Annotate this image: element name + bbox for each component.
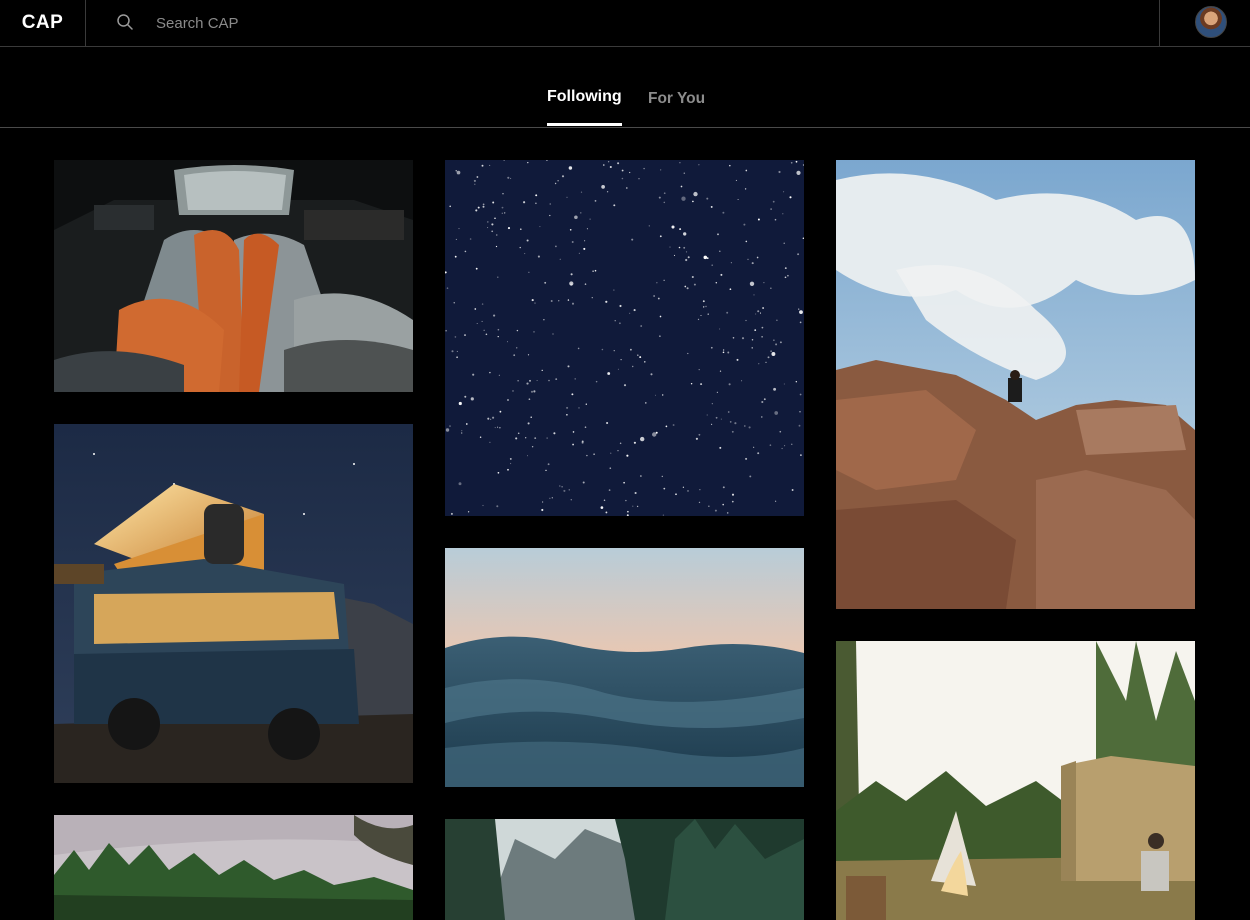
photo-pine-forest-cloudy[interactable] [54, 815, 413, 920]
top-bar: CAP [0, 0, 1250, 47]
tab-following[interactable]: Following [547, 88, 622, 127]
tab-for-you[interactable]: For You [648, 90, 705, 129]
search-bar [86, 0, 1159, 46]
photo-sleeping-bags-in-car[interactable] [54, 160, 413, 392]
photo-canyon-with-trees[interactable] [445, 819, 804, 920]
photo-starry-night-sky[interactable] [445, 160, 804, 516]
search-icon[interactable] [116, 13, 134, 31]
photo-ocean-waves-at-dusk[interactable] [445, 548, 804, 787]
account-area [1159, 0, 1250, 46]
photo-campfire-and-tent[interactable] [836, 641, 1195, 920]
search-input[interactable] [156, 8, 1116, 38]
app-logo[interactable]: CAP [0, 0, 86, 46]
photo-camper-van-at-night[interactable] [54, 424, 413, 783]
photo-hiker-on-rocks[interactable] [836, 160, 1195, 609]
avatar[interactable] [1195, 6, 1227, 38]
feed-tabs: Following For You [0, 47, 1250, 128]
